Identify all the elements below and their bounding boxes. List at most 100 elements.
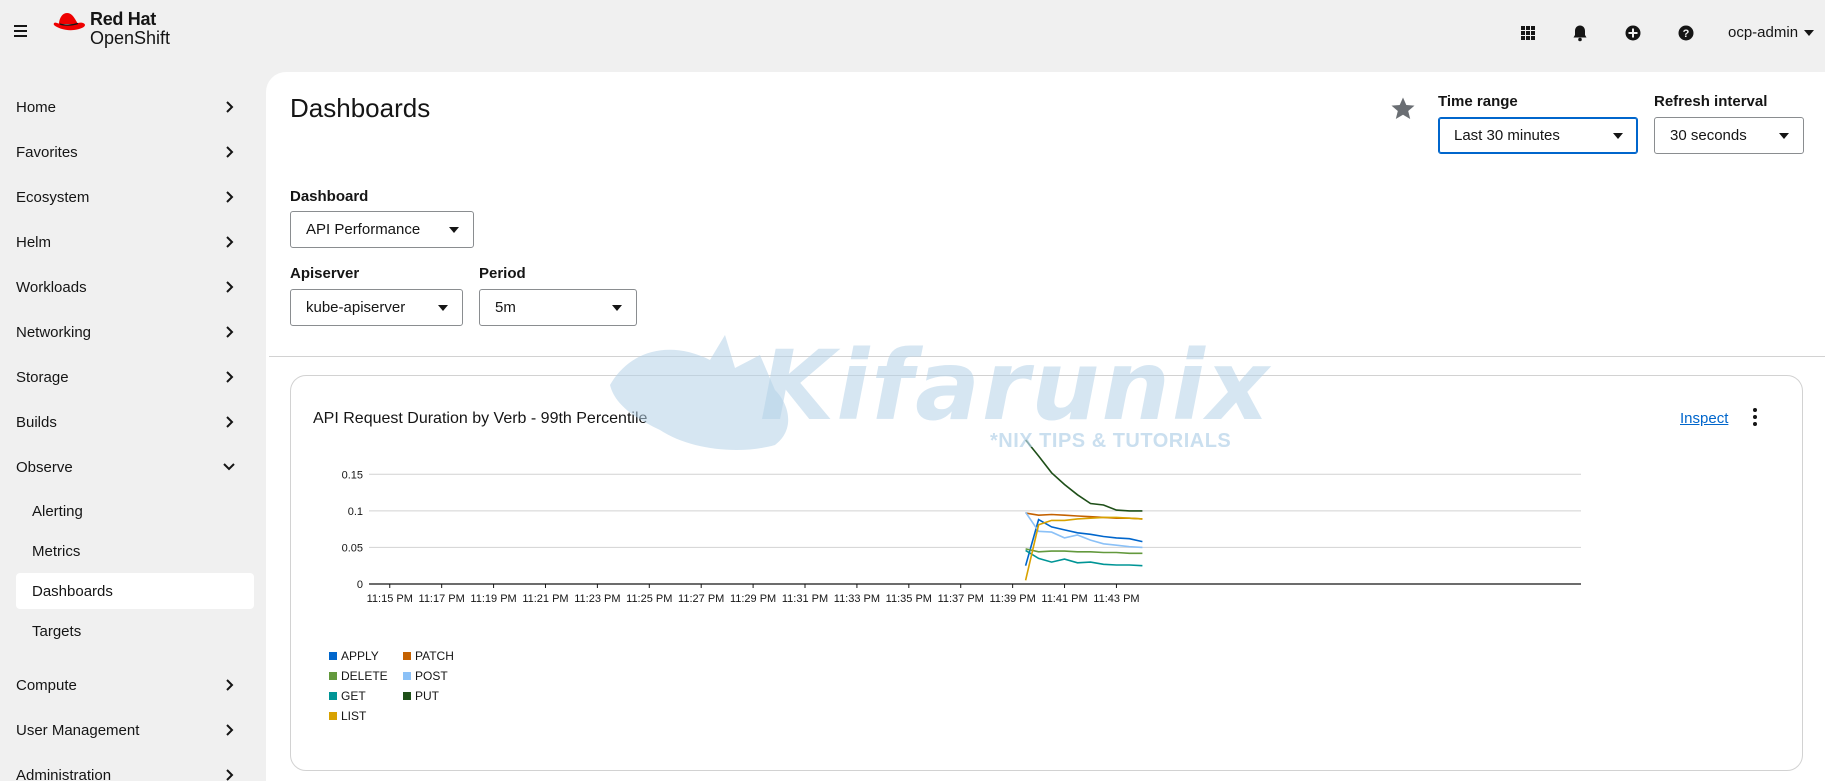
sidebar-item-builds[interactable]: Builds (0, 402, 254, 442)
caret-down-icon (1804, 29, 1815, 36)
user-menu[interactable]: ocp-admin (1728, 24, 1815, 41)
legend-item-get[interactable]: GET (329, 689, 366, 703)
dashboard-select[interactable]: API Performance (290, 211, 474, 248)
sidebar-item-helm[interactable]: Helm (0, 222, 254, 262)
time-range-select[interactable]: Last 30 minutes (1438, 117, 1638, 154)
refresh-interval-value: 30 seconds (1670, 127, 1747, 144)
chevron-down-icon (223, 463, 235, 471)
brand-logo[interactable]: Red Hat OpenShift (52, 10, 170, 48)
legend-item-put[interactable]: PUT (403, 689, 439, 703)
apps-grid-icon[interactable] (1518, 23, 1538, 43)
sidebar-item-administration[interactable]: Administration (0, 755, 254, 781)
sidebar-item-favorites[interactable]: Favorites (0, 132, 254, 172)
chart-card: API Request Duration by Verb - 99th Perc… (290, 375, 1803, 771)
sidebar-item-label: Favorites (16, 143, 78, 161)
red-hat-logo-icon (53, 13, 85, 31)
period-select[interactable]: 5m (479, 289, 637, 326)
y-tick-label: 0 (357, 579, 363, 591)
chevron-right-icon (226, 724, 234, 736)
x-tick-label: 11:29 PM (730, 593, 776, 605)
sidebar-item-label: Storage (16, 368, 69, 386)
sidebar-item-dashboards[interactable]: Dashboards (16, 573, 254, 609)
dashboard-label: Dashboard (290, 188, 369, 205)
masthead: Red Hat OpenShift ? ocp-admin (0, 0, 1825, 66)
series-line-put[interactable] (1024, 439, 1143, 512)
sidebar-item-label: Alerting (32, 502, 83, 520)
sidebar-item-networking[interactable]: Networking (0, 312, 254, 352)
apiserver-select[interactable]: kube-apiserver (290, 289, 463, 326)
x-tick-label: 11:21 PM (522, 593, 568, 605)
x-tick-label: 11:39 PM (989, 593, 1035, 605)
sidebar-item-metrics[interactable]: Metrics (16, 533, 254, 569)
divider (269, 356, 1825, 357)
legend-item-list[interactable]: LIST (329, 709, 366, 723)
star-icon[interactable] (1390, 96, 1416, 122)
caret-down-icon (1779, 133, 1789, 139)
legend-label: DELETE (341, 669, 388, 683)
sidebar-item-label: Metrics (32, 542, 81, 560)
x-tick-label: 11:17 PM (419, 593, 465, 605)
series-line-delete[interactable] (1025, 548, 1143, 555)
legend-label: PATCH (415, 649, 454, 663)
time-range-label: Time range (1438, 93, 1518, 110)
legend-label: APPLY (341, 649, 379, 663)
chevron-right-icon (226, 191, 234, 203)
chevron-right-icon (226, 146, 234, 158)
legend-label: PUT (415, 689, 439, 703)
sidebar-item-home[interactable]: Home (0, 87, 254, 127)
sidebar-item-targets[interactable]: Targets (16, 613, 254, 649)
legend-swatch (403, 652, 411, 660)
apiserver-label: Apiserver (290, 265, 360, 282)
sidebar-item-compute[interactable]: Compute (0, 665, 254, 705)
legend-item-post[interactable]: POST (403, 669, 448, 683)
series-line-list[interactable] (1024, 516, 1143, 581)
sidebar-item-label: Networking (16, 323, 92, 341)
apiserver-value: kube-apiserver (306, 299, 406, 316)
y-tick-label: 0.15 (342, 469, 363, 481)
chevron-right-icon (226, 371, 234, 383)
sidebar-item-label: Observe (16, 458, 73, 476)
sidebar-item-storage[interactable]: Storage (0, 357, 254, 397)
main-content: Dashboards Time range Last 30 minutes Re… (266, 72, 1825, 781)
x-tick-label: 11:37 PM (938, 593, 984, 605)
sidebar-item-observe[interactable]: Observe (0, 447, 254, 487)
legend-item-apply[interactable]: APPLY (329, 649, 379, 663)
sidebar-item-label: Helm (16, 233, 52, 251)
chevron-right-icon (226, 416, 234, 428)
brand-name-bottom: OpenShift (90, 28, 171, 48)
legend-item-delete[interactable]: DELETE (329, 669, 388, 683)
x-tick-label: 11:41 PM (1041, 593, 1087, 605)
plus-circle-icon[interactable] (1623, 23, 1643, 43)
bell-icon[interactable] (1570, 23, 1590, 43)
page-title: Dashboards (290, 93, 431, 123)
chevron-right-icon (226, 326, 234, 338)
sidebar-item-workloads[interactable]: Workloads (0, 267, 254, 307)
brand-name-top: Red Hat (90, 9, 156, 29)
help-icon[interactable]: ? (1676, 23, 1696, 43)
legend-swatch (329, 712, 337, 720)
x-tick-label: 11:19 PM (470, 593, 516, 605)
legend-item-patch[interactable]: PATCH (403, 649, 454, 663)
sidebar-item-user-management[interactable]: User Management (0, 710, 254, 750)
hamburger-menu-icon[interactable] (10, 22, 30, 42)
x-tick-label: 11:43 PM (1093, 593, 1139, 605)
x-tick-label: 11:15 PM (367, 593, 413, 605)
sidebar-item-alerting[interactable]: Alerting (16, 493, 254, 529)
refresh-interval-select[interactable]: 30 seconds (1654, 117, 1804, 154)
sidebar-item-label: Dashboards (32, 582, 113, 600)
x-tick-label: 11:31 PM (782, 593, 828, 605)
series-line-apply[interactable] (1024, 518, 1143, 566)
sidebar-item-ecosystem[interactable]: Ecosystem (0, 177, 254, 217)
line-chart: 0 0.05 0.1 0.15 11:15 PM 11:17 PM 11:19 PM 11:2… (342, 439, 1581, 605)
x-tick-label: 11:33 PM (834, 593, 880, 605)
legend-label: POST (415, 669, 448, 683)
sidebar-item-label: Administration (16, 766, 112, 781)
chevron-right-icon (226, 769, 234, 781)
sidebar-item-label: Targets (32, 622, 82, 640)
chevron-right-icon (226, 236, 234, 248)
refresh-interval-label: Refresh interval (1654, 93, 1768, 110)
sidebar-item-label: User Management (16, 721, 140, 739)
sidebar-item-label: Compute (16, 676, 77, 694)
chevron-right-icon (226, 679, 234, 691)
chevron-right-icon (226, 101, 234, 113)
